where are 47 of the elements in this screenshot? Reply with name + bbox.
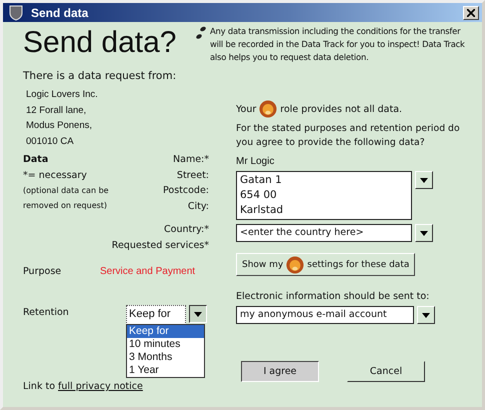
footprints-icon bbox=[195, 26, 207, 40]
retention-label: Retention bbox=[23, 306, 70, 320]
requester-address-line: Logic Lovers Inc. bbox=[26, 88, 99, 102]
close-icon bbox=[467, 8, 475, 16]
delivery-select[interactable]: my anonymous e-mail account bbox=[236, 306, 414, 324]
legend-text: *= necessary bbox=[23, 168, 88, 182]
close-button[interactable] bbox=[463, 6, 479, 20]
field-label: Country:* bbox=[163, 224, 209, 235]
dialog-button[interactable]: Cancel bbox=[347, 361, 425, 382]
purpose-label: Purpose bbox=[23, 266, 62, 277]
dropdown-option[interactable]: 3 Months bbox=[127, 351, 204, 364]
section-title: Data bbox=[23, 153, 50, 167]
field-label: Requested services* bbox=[110, 240, 209, 251]
caret-icon bbox=[422, 312, 430, 318]
privacy-text: Link to bbox=[23, 381, 56, 392]
delivery-label: Electronic information should be sent to: bbox=[236, 291, 430, 302]
field-label: Name:* bbox=[172, 153, 209, 167]
dropdown-option[interactable]: Keep for bbox=[127, 325, 204, 338]
caret-icon bbox=[420, 178, 428, 182]
retention-select[interactable]: Keep for bbox=[126, 305, 186, 325]
caret-icon bbox=[194, 312, 202, 316]
dropdown-button[interactable] bbox=[189, 305, 207, 323]
requester-address-line: 12 Forall lane, bbox=[26, 104, 88, 118]
question-text: For the stated purposes and retention period do you agree to provide the following data? bbox=[236, 122, 461, 150]
requester-address-line: Modus Ponens, bbox=[26, 119, 94, 133]
dialog-heading: Send data? bbox=[23, 26, 178, 61]
dialog-button[interactable]: I agree bbox=[241, 361, 319, 382]
caret-icon bbox=[420, 230, 428, 236]
role-text: Your bbox=[236, 104, 256, 114]
purpose-value: Service and Payment bbox=[100, 266, 196, 277]
field-label: Postcode: bbox=[162, 184, 209, 198]
role-text: role provides not all data. bbox=[280, 104, 402, 114]
dropdown-option[interactable]: 10 minutes bbox=[127, 338, 204, 351]
dropdown-option[interactable]: 1 Year bbox=[127, 364, 204, 377]
privacy-link[interactable]: full privacy notice bbox=[58, 381, 143, 392]
window-title: Send data bbox=[31, 6, 90, 20]
settings-button[interactable]: Show my settings for these data bbox=[236, 253, 416, 276]
requester-address-line: 001010 CA bbox=[26, 134, 75, 148]
request-intro: There is a data request from: bbox=[23, 70, 178, 82]
notice-text: Any data transmission including the conditions for the transfer will be recorded in the Data Track for you to inspect! Data Track also helps you to request data deletion. bbox=[210, 25, 466, 64]
address-field[interactable]: Gatan 1 654 00 Karlstad bbox=[236, 171, 412, 220]
field-label: Street: bbox=[176, 168, 209, 182]
field-label: City: bbox=[186, 200, 209, 214]
note-text: (optional data can be removed on request) bbox=[23, 185, 110, 212]
shield-icon bbox=[9, 4, 23, 20]
country-field[interactable]: <enter the country here> bbox=[236, 224, 412, 242]
name-value: Mr Logic bbox=[236, 156, 276, 167]
